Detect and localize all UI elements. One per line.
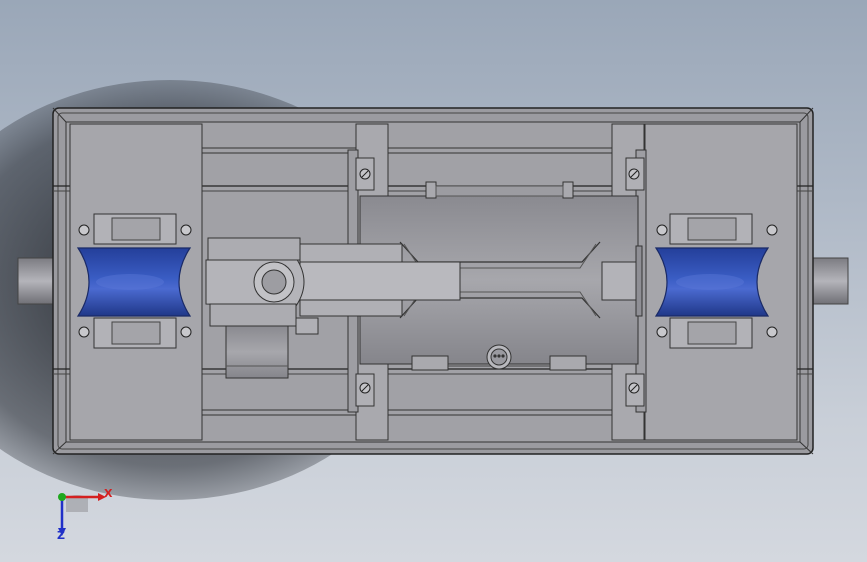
orientation-triad[interactable]: X Z xyxy=(48,484,118,546)
left-shaft[interactable] xyxy=(17,257,57,305)
right-shaft[interactable] xyxy=(811,257,849,305)
x-axis-label: X xyxy=(104,487,113,500)
z-axis-label: Z xyxy=(57,529,65,542)
y-axis-dot xyxy=(58,493,66,501)
left-roller-assembly[interactable] xyxy=(76,213,192,349)
assembly-view[interactable] xyxy=(0,0,867,562)
cad-graphics-viewport[interactable] xyxy=(0,0,867,562)
